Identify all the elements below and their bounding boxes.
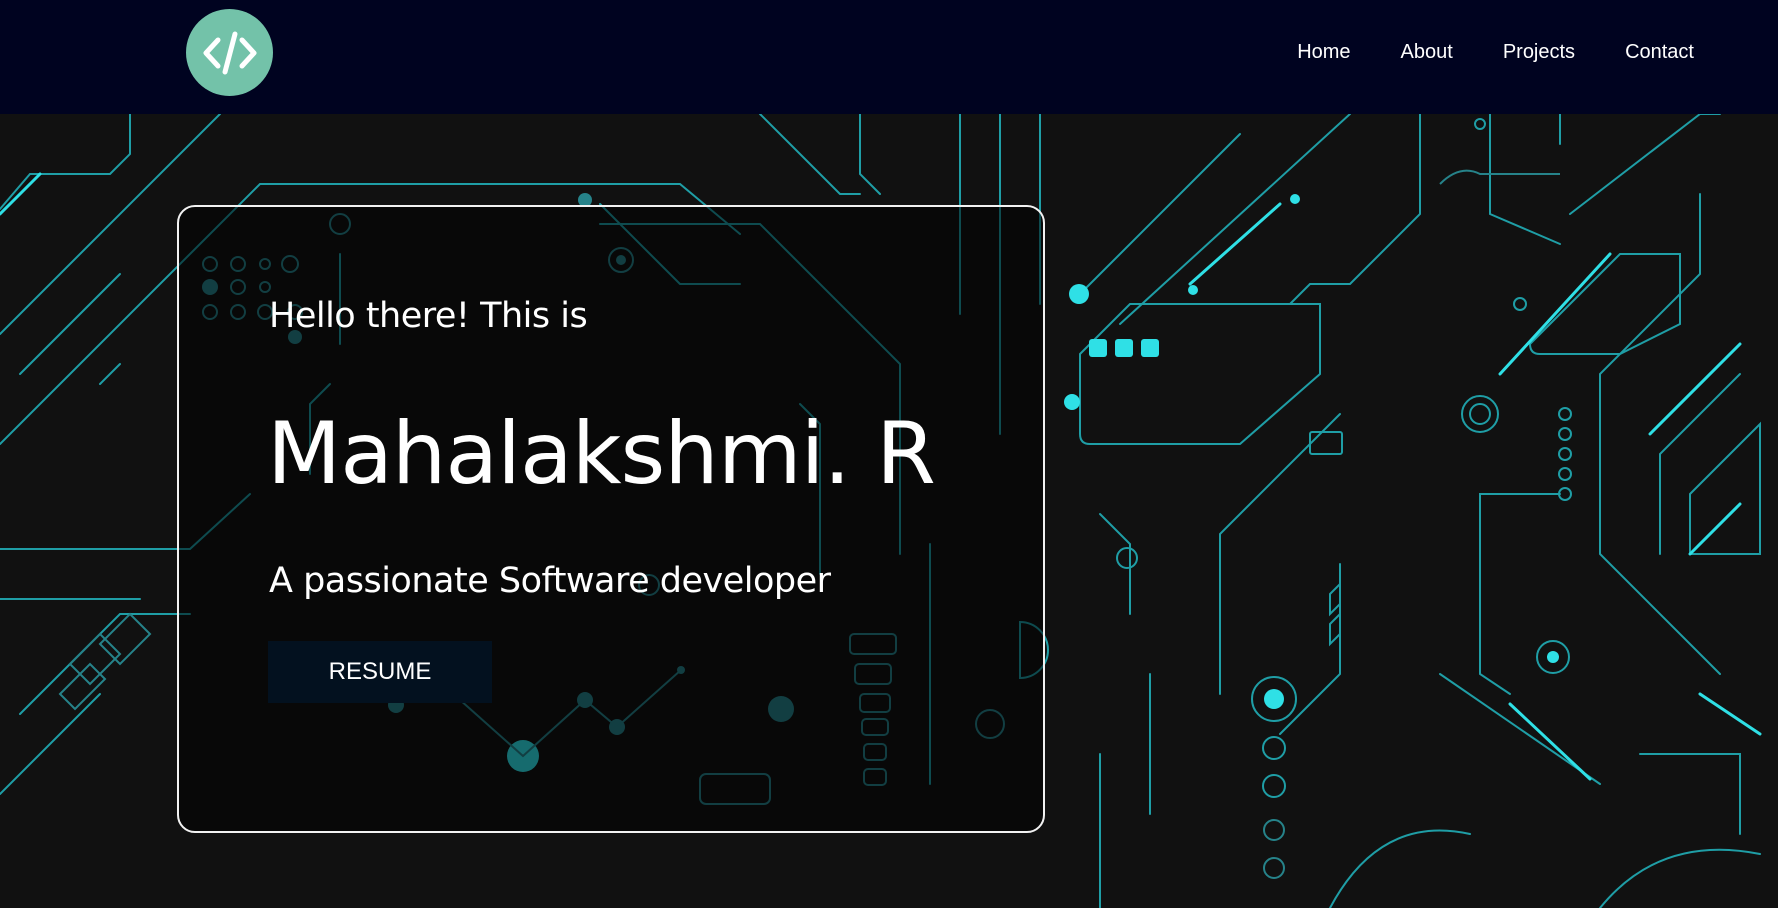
nav-link-about[interactable]: About [1401,41,1453,64]
nav-links: Home About Projects Contact [1247,0,1694,104]
resume-button[interactable]: RESUME [268,641,492,703]
nav-link-projects[interactable]: Projects [1503,41,1575,64]
logo[interactable] [186,9,273,96]
hero-tagline: A passionate Software developer [269,561,831,601]
code-icon [203,31,256,74]
nav-link-contact[interactable]: Contact [1625,41,1694,64]
hero-greeting: Hello there! This is [269,296,588,336]
hero-name: Mahalakshmi. R [267,404,936,504]
nav-link-home[interactable]: Home [1297,41,1350,64]
navbar: Home About Projects Contact [0,0,1778,114]
